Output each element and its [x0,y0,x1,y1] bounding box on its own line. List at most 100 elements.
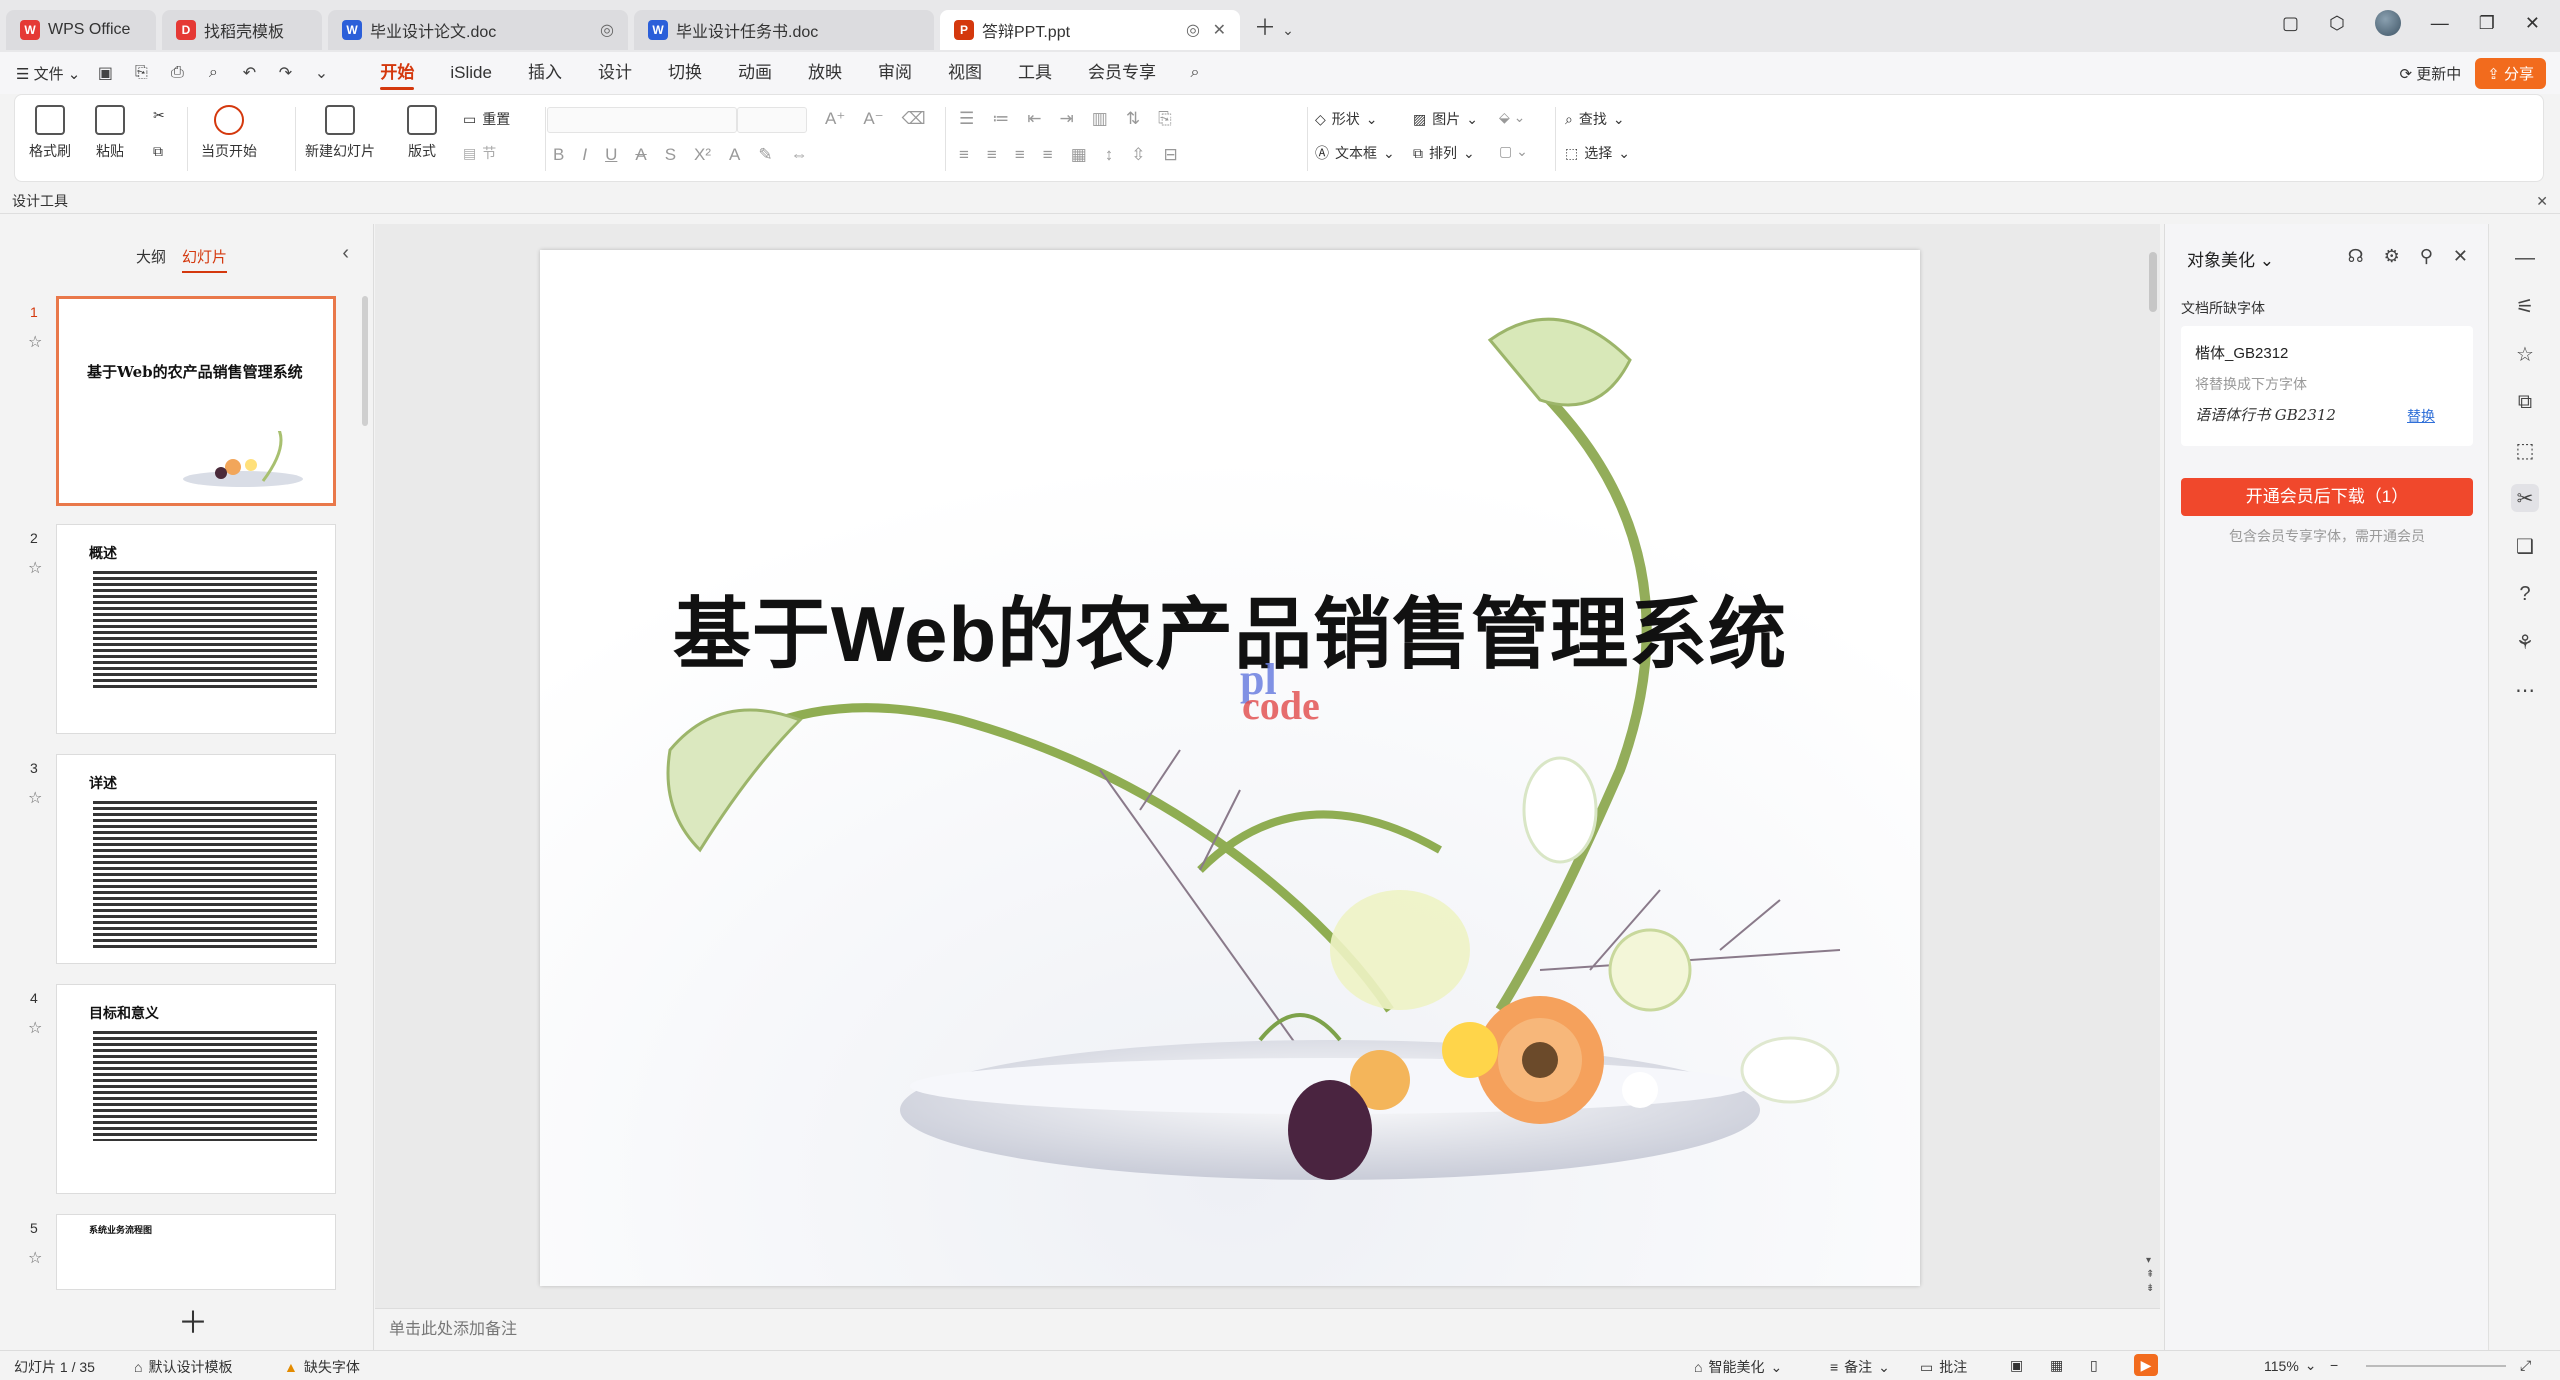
align-center-icon[interactable]: ≡ [987,145,997,165]
gear-icon[interactable]: ⚙ [2384,246,2400,267]
chevron-down-icon[interactable]: ⌄ [310,62,332,84]
tab-design[interactable]: 设计 [580,52,650,94]
tab-docer-templates[interactable]: D 找稻壳模板 [162,10,322,50]
outline-icon[interactable]: ▢ ⌄ [1499,143,1528,160]
tab-slideshow[interactable]: 放映 [790,52,860,94]
add-slide-button[interactable]: ＋ [178,1298,208,1342]
panel-title[interactable]: 对象美化 ⌄ [2187,246,2274,271]
para-spacing-icon[interactable]: ⇳ [1131,145,1145,165]
slides-icon[interactable]: ⧉ [2511,388,2539,416]
text-convert-icon[interactable]: ⎘ [1158,109,1172,129]
slide-thumbnail-5[interactable]: 系统业务流程图 [56,1214,336,1290]
vip-download-button[interactable]: 开通会员后下载（1） [2181,478,2473,516]
tab-animation[interactable]: 动画 [720,52,790,94]
tab-status-icon[interactable]: ◎ [600,20,614,40]
fill-icon[interactable]: ⬙ ⌄ [1499,109,1525,126]
zoom-out-icon[interactable]: − [2330,1357,2338,1373]
notes-toggle[interactable]: ≡ 备注 ⌄ [1830,1357,1890,1377]
highlight-icon[interactable]: ✎ [758,145,772,165]
font-grow-icon[interactable]: A⁺ [825,109,845,129]
play-from-current-button[interactable]: 当页开始 [201,105,257,161]
print-icon[interactable]: ⎙ [166,62,188,84]
sort-icon[interactable]: ⇅ [1126,109,1140,129]
adjust-icon[interactable]: ⚟ [2511,292,2539,320]
scroll-arrows[interactable]: ▾ ⇞ ⇟ [2146,1254,2154,1296]
template-button[interactable]: ⌂ 默认设计模板 [134,1357,232,1377]
image-beautify-icon[interactable]: ⬚ [2511,436,2539,464]
slide-thumbnail-2[interactable]: 概述 [56,524,336,734]
new-slide-button[interactable]: 新建幻灯片 [305,105,375,161]
align-right-icon[interactable]: ≡ [1015,145,1025,165]
slide-canvas[interactable]: 基于Web的农产品销售管理系统 pl code [540,250,1920,1286]
missing-font-button[interactable]: ▲ 缺失字体 [284,1357,360,1377]
format-painter-button[interactable]: 格式刷 [29,105,71,161]
undo-icon[interactable]: ↶ [238,62,260,84]
tab-status-icon[interactable]: ◎ [1186,20,1200,40]
book-icon[interactable]: ❑ [2511,532,2539,560]
reset-button[interactable]: ▭ 重置 [463,109,510,129]
tab-task-doc[interactable]: W 毕业设计任务书.doc [634,10,934,50]
tab-review[interactable]: 审阅 [860,52,930,94]
zoom-slider[interactable] [2366,1365,2506,1367]
cut-icon[interactable]: ✂ [153,107,165,124]
minimize-icon[interactable]: — [2431,13,2449,34]
select-button[interactable]: ⬚ 选择 ⌄ [1565,143,1630,163]
numbering-icon[interactable]: ≔ [992,109,1009,129]
tab-islide[interactable]: iSlide [432,52,510,94]
picture-button[interactable]: ▨ 图片 ⌄ [1413,109,1478,129]
thumbnail-scrollbar[interactable] [362,296,368,426]
clear-format-icon[interactable]: ⌫ [902,109,926,129]
bold-icon[interactable]: B [553,145,564,165]
justify-icon[interactable]: ≡ [1043,145,1053,165]
font-shrink-icon[interactable]: A⁻ [863,109,883,129]
paste-button[interactable]: 粘贴 [95,105,125,161]
star-icon[interactable]: ☆ [28,558,42,578]
star-icon[interactable]: ☆ [28,332,42,352]
help-icon[interactable]: ? [2511,580,2539,608]
comments-toggle[interactable]: ▭ 批注 [1920,1357,1967,1377]
font-size-select[interactable] [737,107,807,133]
tab-outline[interactable]: 大纲 [136,246,166,273]
replace-link[interactable]: 替换 [2407,406,2435,426]
char-spacing-icon[interactable]: ⇔ [791,145,808,165]
new-tab-button[interactable]: ＋ ⌄ [1254,10,1294,42]
redo-icon[interactable]: ↷ [274,62,296,84]
save-icon[interactable]: ▣ [94,62,116,84]
text-align-icon[interactable]: ⊟ [1164,145,1178,165]
tab-thesis-doc[interactable]: W 毕业设计论文.doc ◎ [328,10,628,50]
star-icon[interactable]: ☆ [28,1018,42,1038]
layout-button[interactable]: 版式 [407,105,437,161]
close-icon[interactable]: ✕ [2453,246,2468,267]
tab-tools[interactable]: 工具 [1000,52,1070,94]
strikethrough-icon[interactable]: A [635,145,646,165]
restore-icon[interactable]: ❐ [2479,13,2495,34]
object-beautify-icon[interactable]: ✂ [2511,484,2539,512]
slide-thumbnail-3[interactable]: 详述 [56,754,336,964]
gift-icon[interactable]: ⚘ [2511,628,2539,656]
indent-icon[interactable]: ⇥ [1060,109,1074,129]
canvas-scrollbar[interactable]: ▾ ⇞ ⇟ [2146,230,2158,1300]
collapse-icon[interactable]: — [2511,244,2539,272]
align-left-icon[interactable]: ≡ [959,145,969,165]
find-button[interactable]: ⌕ 查找 ⌄ [1565,109,1625,129]
close-window-icon[interactable]: ✕ [2525,13,2540,34]
update-button[interactable]: ⟳ 更新中 [2399,63,2461,84]
layout-icon[interactable]: ▢ [2282,13,2299,34]
avatar[interactable] [2374,10,2401,36]
cube-icon[interactable]: ⬡ [2329,13,2345,34]
export-icon[interactable]: ⎘ [130,62,152,84]
collapse-panel-icon[interactable]: ‹ [342,242,349,265]
shadow-icon[interactable]: S [665,145,676,165]
section-button[interactable]: ▤ 节 [463,143,496,163]
headset-icon[interactable]: ☊ [2348,246,2364,267]
star-icon[interactable]: ☆ [28,1248,42,1268]
tab-wps-office[interactable]: W WPS Office [6,10,156,50]
superscript-icon[interactable]: X² [694,145,711,165]
textbox-button[interactable]: Ⓐ 文本框 ⌄ [1315,143,1395,163]
tab-home[interactable]: 开始 [362,52,432,94]
reading-view-icon[interactable]: ▯ [2090,1357,2098,1374]
copy-icon[interactable]: ⧉ [153,143,163,160]
font-color-icon[interactable]: A [729,145,740,165]
zoom-level[interactable]: 115% ⌄ [2264,1357,2317,1374]
arrange-button[interactable]: ⧉ 排列 ⌄ [1413,143,1475,163]
